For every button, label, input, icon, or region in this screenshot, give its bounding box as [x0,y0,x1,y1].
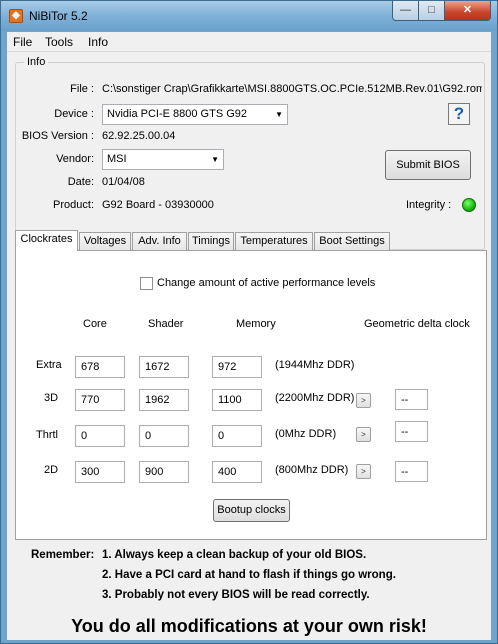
device-select[interactable]: Nvidia PCI-E 8800 GTS G92 ▼ [102,104,288,125]
remember-label: Remember: [31,549,95,561]
device-label: Device : [54,108,94,120]
thrtl-arrow-button[interactable]: > [356,427,371,442]
active-levels-label: Change amount of active performance leve… [157,277,376,289]
menu-tools[interactable]: Tools [45,35,73,49]
3d-core-input[interactable]: 770 [75,389,125,411]
thrtl-delta-input[interactable]: -- [395,421,428,442]
client-area: File Tools Info Info File : C:\sonstiger… [7,32,491,640]
remember-item-1: 1. Always keep a clean backup of your ol… [102,549,367,561]
product-label: Product: [53,199,94,211]
extra-memory-input[interactable]: 972 [212,356,262,378]
chevron-right-icon: > [361,396,366,405]
app-window: ◆ NiBiTor 5.2 — □ ✕ File Tools Info Info… [0,0,498,644]
3d-shader-input[interactable]: 1962 [139,389,189,411]
2d-arrow-button[interactable]: > [356,464,371,479]
extra-core-input[interactable]: 678 [75,356,125,378]
row-label-extra: Extra [36,359,62,371]
menu-info[interactable]: Info [88,35,108,49]
row-label-thrtl: Thrtl [36,429,58,441]
date-value: 01/04/08 [102,176,145,188]
risk-warning: You do all modifications at your own ris… [71,616,427,636]
vendor-select-value: MSI [107,153,127,165]
minimize-button[interactable]: — [392,1,419,21]
row-label-2d: 2D [44,464,59,476]
bios-version-value: 62.92.25.00.04 [102,130,176,142]
info-group-legend: Info [24,56,49,68]
remember-item-3: 3. Probably not every BIOS will be read … [102,589,370,601]
tab-strip: Clockrates Voltages Adv. Info Timings Te… [15,230,495,251]
active-levels-checkbox[interactable] [140,277,153,290]
device-select-value: Nvidia PCI-E 8800 GTS G92 [107,108,248,120]
bios-version-label: BIOS Version : [21,130,94,142]
chevron-right-icon: > [361,430,366,439]
chevron-right-icon: > [361,467,366,476]
row-label-3d: 3D [44,392,59,404]
file-label: File : [70,83,94,95]
column-core: Core [83,318,107,330]
2d-memory-input[interactable]: 400 [212,461,262,483]
vendor-select[interactable]: MSI ▼ [102,149,224,170]
3d-memory-note: (2200Mhz DDR) [275,392,355,404]
thrtl-memory-input[interactable]: 0 [212,425,262,447]
2d-memory-note: (800Mhz DDR) [275,464,349,476]
tab-temperatures[interactable]: Temperatures [235,232,313,250]
file-path: C:\sonstiger Crap\Grafikkarte\MSI.8800GT… [102,83,482,95]
window-title: NiBiTor 5.2 [29,9,88,23]
3d-memory-input[interactable]: 1100 [212,389,262,411]
date-label: Date: [67,176,94,188]
clockrates-panel: Change amount of active performance leve… [15,250,487,540]
column-memory: Memory [236,318,276,330]
3d-arrow-button[interactable]: > [356,393,371,408]
tab-clockrates[interactable]: Clockrates [15,230,78,251]
menu-bar: File Tools Info [7,32,491,52]
tab-boot-settings[interactable]: Boot Settings [314,232,390,250]
vendor-label: Vendor: [56,153,94,165]
integrity-indicator-icon [462,198,476,212]
column-delta: Geometric delta clock [364,318,470,330]
question-mark-icon: ? [453,104,465,123]
product-value: G92 Board - 03930000 [102,199,214,211]
maximize-button[interactable]: □ [418,1,445,21]
2d-core-input[interactable]: 300 [75,461,125,483]
2d-delta-input[interactable]: -- [395,461,428,482]
chevron-down-icon: ▼ [275,110,283,119]
chevron-down-icon: ▼ [211,155,219,164]
nibitor-icon: ◆ [9,9,23,23]
bootup-clocks-button[interactable]: Bootup clocks [213,499,290,522]
integrity-label: Integrity : [406,199,452,211]
close-button[interactable]: ✕ [444,1,491,21]
title-bar[interactable]: ◆ NiBiTor 5.2 — □ ✕ [1,1,497,31]
thrtl-shader-input[interactable]: 0 [139,425,189,447]
thrtl-core-input[interactable]: 0 [75,425,125,447]
tab-voltages[interactable]: Voltages [79,232,131,250]
thrtl-memory-note: (0Mhz DDR) [275,428,337,440]
help-button[interactable]: ? [448,103,470,125]
menu-file[interactable]: File [13,35,32,49]
3d-delta-input[interactable]: -- [395,389,428,410]
info-group: Info File : C:\sonstiger Crap\Grafikkart… [15,56,485,250]
tab-timings[interactable]: Timings [188,232,234,250]
extra-memory-note: (1944Mhz DDR) [275,359,355,371]
submit-bios-button[interactable]: Submit BIOS [385,150,471,180]
column-shader: Shader [148,318,184,330]
2d-shader-input[interactable]: 900 [139,461,189,483]
tab-adv-info[interactable]: Adv. Info [132,232,187,250]
extra-shader-input[interactable]: 1672 [139,356,189,378]
remember-item-2: 2. Have a PCI card at hand to flash if t… [102,569,396,581]
